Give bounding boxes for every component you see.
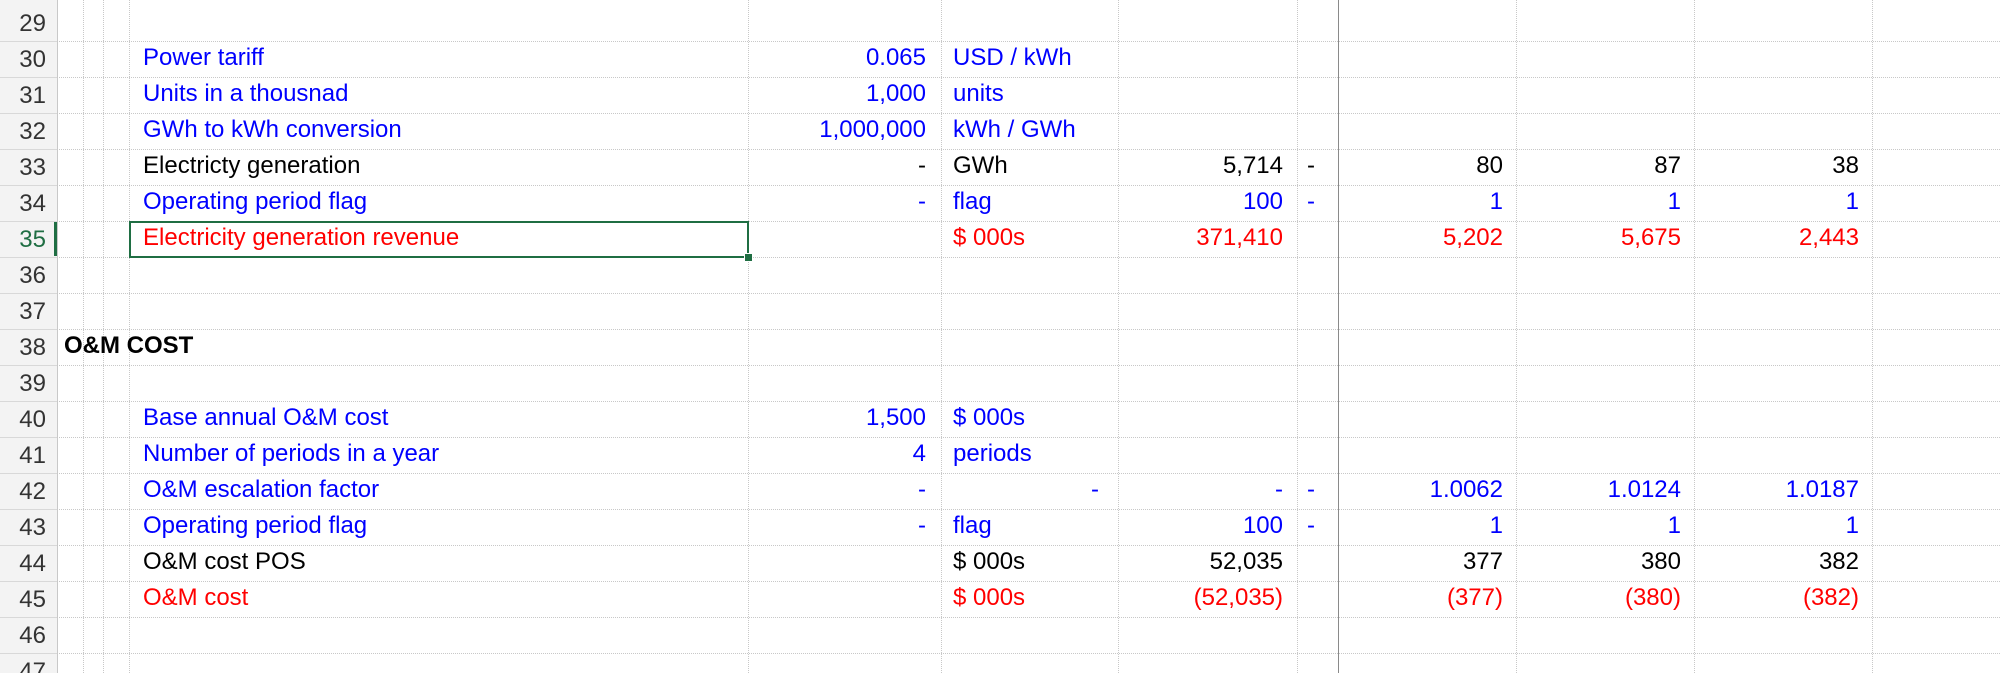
total-cell[interactable]: 100 [1118,185,1283,219]
row-number[interactable]: 44 [0,550,46,578]
row-label-cell[interactable]: GWh to kWh conversion [143,113,743,147]
period-value-cell[interactable]: 1 [1338,509,1503,543]
period-value-cell[interactable]: 380 [1516,545,1681,579]
input-value-cell[interactable]: - [748,509,926,543]
unit-cell[interactable]: USD / kWh [953,41,1113,75]
total-cell[interactable]: 52,035 [1118,545,1283,579]
row-number[interactable]: 36 [0,262,46,290]
period-value-cell[interactable]: 1 [1694,185,1859,219]
fill-handle[interactable] [744,253,753,262]
row-divider [57,365,2000,366]
row-number[interactable]: 42 [0,478,46,506]
row-number[interactable]: 41 [0,442,46,470]
unit-cell[interactable]: GWh [953,149,1113,183]
row-label-cell[interactable]: Base annual O&M cost [143,401,743,435]
input-value-cell[interactable]: - [748,185,926,219]
blank-period-cell[interactable]: - [1307,509,1327,543]
period-value-cell[interactable]: (3 [1872,581,2000,615]
row-divider [57,617,2000,618]
row-number[interactable]: 46 [0,622,46,650]
spreadsheet-grid[interactable]: 29 30 31 32 33 34 35 36 37 38 39 40 41 4… [0,0,2000,673]
row-number[interactable]: 29 [0,10,46,38]
unit-cell[interactable]: flag [953,185,1113,219]
period-value-cell[interactable]: 1 [1516,185,1681,219]
total-cell[interactable]: - [1118,473,1283,507]
period-value-cell[interactable]: 1.0 [1872,473,2000,507]
period-value-cell[interactable]: 80 [1338,149,1503,183]
row-number[interactable]: 31 [0,82,46,110]
unit-cell[interactable]: periods [953,437,1113,471]
period-value-cell[interactable]: 2,443 [1694,221,1859,255]
unit-cell[interactable]: - [941,473,1099,507]
period-value-cell[interactable]: 5,675 [1516,221,1681,255]
row-label-cell[interactable]: O&M cost POS [143,545,743,579]
row-number[interactable]: 45 [0,586,46,614]
row-label-cell[interactable]: O&M cost [143,581,743,615]
period-value-cell[interactable]: 1 [1338,185,1503,219]
row-number[interactable]: 39 [0,370,46,398]
row-label-cell[interactable]: Operating period flag [143,509,743,543]
period-value-cell[interactable]: 1.0124 [1516,473,1681,507]
unit-cell[interactable]: flag [953,509,1113,543]
total-cell[interactable]: 100 [1118,509,1283,543]
input-value-cell[interactable]: 1,000 [748,77,926,111]
total-cell[interactable]: (52,035) [1118,581,1283,615]
input-value-cell[interactable]: 1,500 [748,401,926,435]
period-value-cell[interactable]: 2,4 [1872,221,2000,255]
period-value-cell[interactable]: 5,202 [1338,221,1503,255]
unit-cell[interactable]: $ 000s [953,581,1113,615]
period-value-cell[interactable]: 1 [1516,509,1681,543]
unit-cell[interactable]: units [953,77,1113,111]
row-number[interactable]: 30 [0,46,46,74]
row-number[interactable]: 38 [0,334,46,362]
row-number[interactable]: 47 [0,658,46,673]
total-cell[interactable]: 371,410 [1118,221,1283,255]
blank-period-cell[interactable]: - [1307,185,1327,219]
period-value-cell[interactable]: (377) [1338,581,1503,615]
input-value-cell[interactable]: 4 [748,437,926,471]
period-value-cell[interactable]: 377 [1338,545,1503,579]
blank-period-cell[interactable]: - [1307,149,1327,183]
input-value-cell[interactable]: 0.065 [748,41,926,75]
period-value-cell[interactable]: 1.0187 [1694,473,1859,507]
period-value-cell[interactable]: 3 [1872,545,2000,579]
row-number[interactable]: 40 [0,406,46,434]
row-label-cell[interactable]: Units in a thousnad [143,77,743,111]
row-label-cell[interactable]: Electricity generation revenue [143,221,743,255]
period-value-cell[interactable]: (382) [1694,581,1859,615]
row-divider [57,653,2000,654]
period-value-cell[interactable]: 382 [1694,545,1859,579]
period-value-cell[interactable]: 1 [1694,509,1859,543]
input-value-cell[interactable]: - [748,473,926,507]
row-number[interactable]: 37 [0,298,46,326]
unit-cell[interactable]: $ 000s [953,221,1113,255]
row-label-cell[interactable]: Electricty generation [143,149,743,183]
period-value-cell[interactable]: (380) [1516,581,1681,615]
active-row-indicator [54,222,57,256]
unit-cell[interactable]: kWh / GWh [953,113,1113,147]
unit-cell[interactable]: $ 000s [953,401,1113,435]
input-value-cell[interactable]: 1,000,000 [748,113,926,147]
row-number[interactable]: 43 [0,514,46,542]
period-value-cell[interactable]: 38 [1694,149,1859,183]
unit-cell[interactable]: $ 000s [953,545,1113,579]
col-divider [941,0,942,673]
row-label-cell[interactable]: Power tariff [143,41,743,75]
row-label-cell[interactable]: Number of periods in a year [143,437,743,471]
row-label-cell[interactable]: O&M escalation factor [143,473,743,507]
period-value-cell[interactable]: 87 [1516,149,1681,183]
row-number[interactable]: 34 [0,190,46,218]
row-number[interactable]: 33 [0,154,46,182]
row-number[interactable]: 32 [0,118,46,146]
row-divider [57,329,2000,330]
blank-period-cell[interactable]: - [1307,473,1327,507]
total-cell[interactable]: 5,714 [1118,149,1283,183]
row-divider [57,293,2000,294]
row-label-cell[interactable]: Operating period flag [143,185,743,219]
col-divider [1297,0,1298,673]
row-number-active[interactable]: 35 [0,226,46,254]
section-header-om-cost[interactable]: O&M COST [64,329,193,363]
period-value-cell[interactable]: 1.0062 [1338,473,1503,507]
input-value-cell[interactable]: - [748,149,926,183]
